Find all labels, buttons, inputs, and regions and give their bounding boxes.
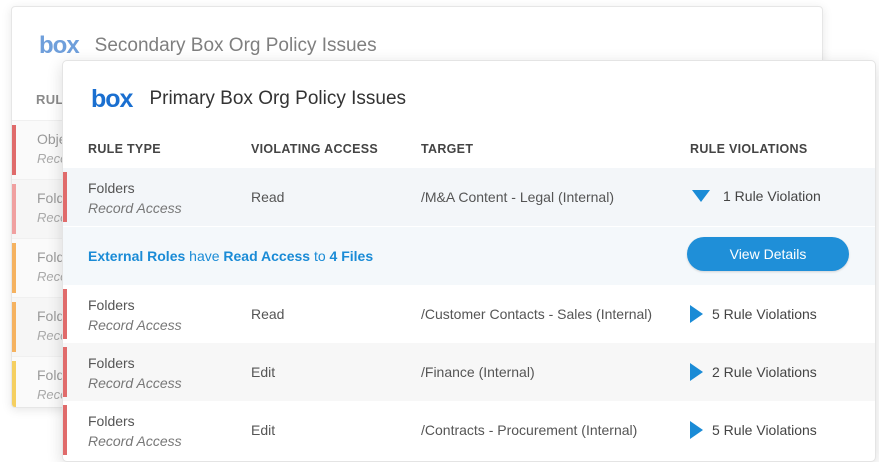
box-logo: box (91, 84, 133, 113)
violation-summary: External Roles have Read Access to 4 Fil… (88, 248, 373, 264)
secondary-row-type: Fold (37, 367, 65, 383)
target-path: /Contracts - Procurement (Internal) (421, 422, 638, 438)
column-header-rule-violations[interactable]: RULE VIOLATIONS (690, 142, 807, 156)
rule-violations-count: 1 Rule Violation (723, 188, 821, 204)
severity-bar (63, 289, 67, 339)
rule-violations-count: 5 Rule Violations (712, 306, 817, 322)
rule-violations-toggle[interactable]: 1 Rule Violation (690, 188, 821, 204)
summary-text: have (185, 248, 224, 264)
caret-down-icon (692, 190, 710, 202)
column-header-violating-access[interactable]: VIOLATING ACCESS (251, 142, 378, 156)
severity-bar (12, 184, 16, 234)
read-access-link[interactable]: Read Access (223, 248, 310, 264)
table-row[interactable]: Folders Record Access Edit /Finance (Int… (63, 343, 875, 401)
files-link[interactable]: 4 Files (330, 248, 374, 264)
summary-text: to (310, 248, 330, 264)
view-details-button[interactable]: View Details (687, 237, 849, 271)
rule-subtype: Record Access (88, 200, 182, 216)
secondary-row-type: Fold (37, 308, 65, 324)
rule-subtype: Record Access (88, 317, 182, 333)
column-header-rule-type[interactable]: RULE TYPE (88, 142, 161, 156)
severity-bar (63, 347, 67, 397)
rule-subtype: Record Access (88, 433, 182, 449)
rule-violations-toggle[interactable]: 5 Rule Violations (690, 421, 817, 439)
rule-violations-count: 5 Rule Violations (712, 422, 817, 438)
primary-card-header: box Primary Box Org Policy Issues (63, 61, 875, 137)
primary-policy-card: box Primary Box Org Policy Issues RULE T… (62, 60, 876, 462)
target-path: /Finance (Internal) (421, 364, 535, 380)
caret-right-icon (690, 305, 703, 323)
table-header: RULE TYPE VIOLATING ACCESS TARGET RULE V… (63, 137, 875, 167)
target-path: /Customer Contacts - Sales (Internal) (421, 306, 653, 322)
rule-violations-count: 2 Rule Violations (712, 364, 817, 380)
secondary-row-type: Fold (37, 190, 65, 206)
severity-bar (12, 243, 16, 293)
severity-bar (12, 361, 16, 407)
caret-right-icon (690, 421, 703, 439)
caret-right-icon (690, 363, 703, 381)
rule-type: Folders (88, 297, 135, 313)
primary-card-title: Primary Box Org Policy Issues (149, 88, 407, 109)
column-header-target[interactable]: TARGET (421, 142, 473, 156)
rule-violations-toggle[interactable]: 5 Rule Violations (690, 305, 817, 323)
rule-violations-toggle[interactable]: 2 Rule Violations (690, 363, 817, 381)
severity-bar (12, 125, 16, 175)
severity-bar (63, 172, 67, 222)
violating-access: Read (251, 189, 285, 205)
target-path: /M&A Content - Legal (Internal) (421, 189, 614, 205)
severity-bar (12, 302, 16, 352)
table-row[interactable]: Folders Record Access Edit /Contracts - … (63, 401, 875, 459)
violating-access: Read (251, 306, 285, 322)
rule-type: Folders (88, 180, 135, 196)
table-row[interactable]: Folders Record Access Read /Customer Con… (63, 285, 875, 343)
rule-type: Folders (88, 355, 135, 371)
rule-subtype: Record Access (88, 375, 182, 391)
secondary-row-type: Fold (37, 249, 65, 265)
box-logo: box (39, 32, 80, 59)
table-row[interactable]: Folders Record Access Read /M&A Content … (63, 168, 875, 226)
violation-detail-panel: External Roles have Read Access to 4 Fil… (63, 227, 875, 285)
violating-access: Edit (251, 422, 276, 438)
secondary-card-title: Secondary Box Org Policy Issues (94, 35, 377, 56)
rule-type: Folders (88, 413, 135, 429)
external-roles-link[interactable]: External Roles (88, 248, 185, 264)
violating-access: Edit (251, 364, 276, 380)
severity-bar (63, 405, 67, 455)
